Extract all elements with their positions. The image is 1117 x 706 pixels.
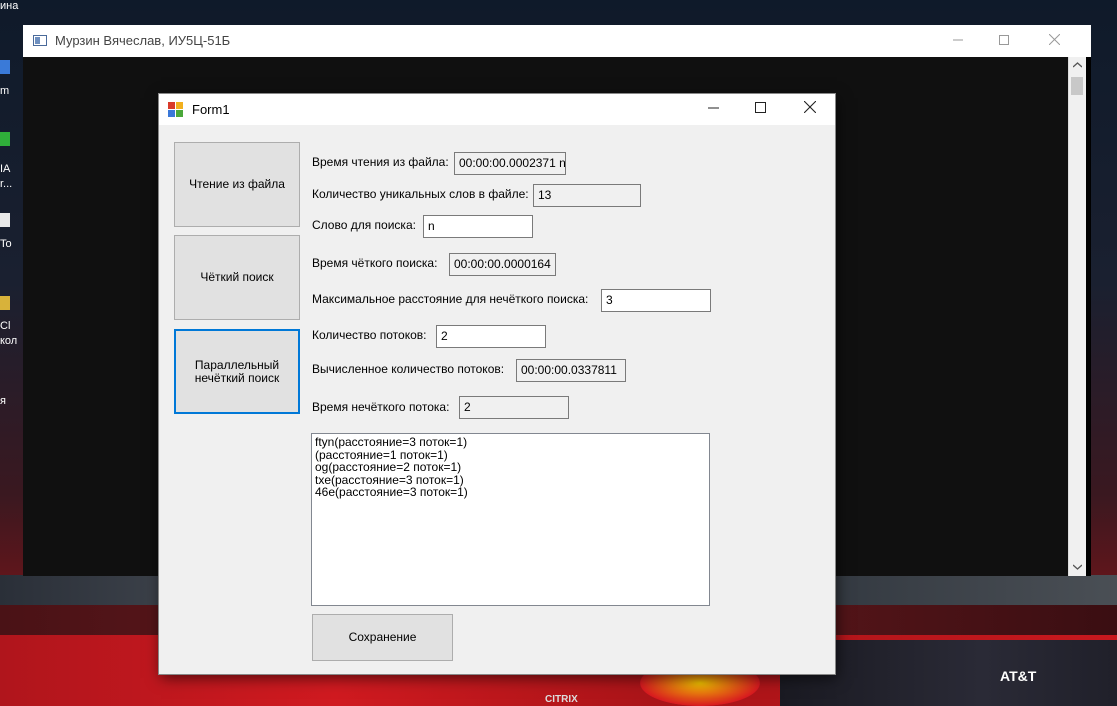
desktop-icon-label[interactable]: Cl <box>0 320 10 332</box>
maximize-icon <box>754 102 766 113</box>
desktop-icon-label[interactable]: я <box>0 395 6 407</box>
max-distance-label: Максимальное расстояние для нечёткого по… <box>312 292 589 306</box>
list-item[interactable]: 46e(расстояние=3 поток=1) <box>315 486 706 499</box>
search-word-input[interactable]: n <box>423 215 533 238</box>
form1-maximize-button[interactable] <box>737 94 783 125</box>
computed-threads-field[interactable]: 00:00:00.0337811 <box>516 359 626 382</box>
form1-title-bar[interactable]: Form1 <box>159 94 835 125</box>
wallpaper-sponsor-text: CITRIX <box>545 694 578 705</box>
exact-search-button[interactable]: Чёткий поиск <box>174 235 300 320</box>
desktop-icon-label[interactable]: To <box>0 238 12 250</box>
desktop-icons-edge: ина m IA r... To Cl кол я <box>0 0 24 706</box>
outer-minimize-button[interactable] <box>935 25 981 57</box>
chevron-up-icon <box>1072 62 1083 68</box>
form1-window: Form1 Чтение из файла Чёткий поиск Парал… <box>159 94 835 674</box>
exact-search-time-field[interactable]: 00:00:00.0000164 <box>449 253 556 276</box>
minimize-icon <box>707 107 719 109</box>
max-distance-input[interactable]: 3 <box>601 289 711 312</box>
read-time-field[interactable]: 00:00:00.0002371 n <box>454 152 566 175</box>
desktop-app-icon[interactable] <box>0 132 10 146</box>
unique-words-field[interactable]: 13 <box>533 184 641 207</box>
wallpaper-brand-text: AT&T <box>1000 668 1037 684</box>
desktop-icon-label[interactable]: r... <box>0 178 12 190</box>
chevron-down-icon <box>1072 564 1083 570</box>
form1-minimize-button[interactable] <box>690 94 736 125</box>
desktop-app-icon[interactable] <box>0 60 10 74</box>
maximize-icon <box>999 35 1009 45</box>
fuzzy-thread-time-label: Время нечёткого потока: <box>312 400 450 414</box>
winforms-app-icon <box>168 102 183 117</box>
read-file-button[interactable]: Чтение из файла <box>174 142 300 227</box>
outer-close-button[interactable] <box>1031 25 1077 57</box>
desktop-icon-label[interactable]: m <box>0 85 9 97</box>
scroll-up-button[interactable] <box>1069 57 1086 74</box>
desktop-folder-icon[interactable] <box>0 296 10 310</box>
scroll-thumb[interactable] <box>1071 77 1083 95</box>
search-word-label: Слово для поиска: <box>312 218 416 232</box>
exact-search-time-label: Время чёткого поиска: <box>312 256 438 270</box>
unique-words-label: Количество уникальных слов в файле: <box>312 187 529 201</box>
list-item[interactable]: og(расстояние=2 поток=1) <box>315 461 706 474</box>
outer-window-title: Мурзин Вячеслав, ИУ5Ц-51Б <box>55 33 231 48</box>
scroll-down-button[interactable] <box>1069 559 1086 576</box>
save-button[interactable]: Сохранение <box>312 614 453 661</box>
vertical-scrollbar[interactable] <box>1068 57 1086 576</box>
outer-maximize-button[interactable] <box>981 25 1027 57</box>
list-item[interactable]: ftyn(расстояние=3 поток=1) <box>315 436 706 449</box>
fuzzy-thread-time-field[interactable]: 2 <box>459 396 569 419</box>
read-time-label: Время чтения из файла: <box>312 155 449 169</box>
thread-count-input[interactable]: 2 <box>436 325 546 348</box>
form1-title: Form1 <box>192 102 230 117</box>
results-listbox[interactable]: ftyn(расстояние=3 поток=1) (расстояние=1… <box>311 433 710 606</box>
desktop-icon-label[interactable]: кол <box>0 335 17 347</box>
window-app-icon <box>33 35 47 46</box>
close-icon <box>803 100 817 114</box>
computed-threads-label: Вычисленное количество потоков: <box>312 362 505 376</box>
thread-count-label: Количество потоков: <box>312 328 427 342</box>
parallel-fuzzy-search-button[interactable]: Параллельный нечёткий поиск <box>174 329 300 414</box>
close-icon <box>1048 33 1060 46</box>
desktop-icon-label[interactable]: IA <box>0 163 10 175</box>
form1-close-button[interactable] <box>787 94 833 125</box>
minimize-icon <box>953 39 963 41</box>
desktop-icon-label[interactable]: ина <box>0 0 18 12</box>
desktop-file-icon[interactable] <box>0 213 10 227</box>
outer-title-bar[interactable]: Мурзин Вячеслав, ИУ5Ц-51Б <box>23 25 1091 57</box>
